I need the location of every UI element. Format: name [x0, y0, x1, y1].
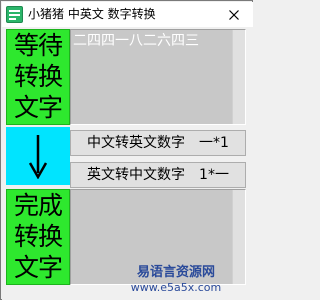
title-bar[interactable]: 小猪猪 中英文 数字转换 — [2, 2, 253, 27]
app-logo-icon — [6, 6, 23, 23]
done-label-line1: 完成 — [13, 191, 63, 220]
done-label-line3: 文字 — [13, 253, 63, 282]
watermark-name: 易语言资源网 — [136, 265, 215, 280]
done-label: 完成 转换 文字 — [6, 189, 70, 285]
watermark-url: www.e5a5x.com — [130, 281, 222, 294]
watermark: 易语言资源网 www.e5a5x.com — [101, 265, 251, 297]
client-area: 等待 转换 文字 二四四一八二六四三 中文转英文数字 一*1 英文转中文数字 1… — [2, 27, 253, 300]
done-label-line2: 转换 — [13, 222, 63, 251]
direction-panel — [6, 127, 70, 185]
close-icon — [229, 10, 239, 20]
pending-scrollbar[interactable] — [232, 30, 245, 124]
pending-text: 二四四一八二六四三 — [73, 33, 199, 49]
en-to-cn-button[interactable]: 英文转中文数字 1*一 — [70, 162, 246, 188]
pending-label-line1: 等待 — [13, 31, 63, 60]
app-window: 小猪猪 中英文 数字转换 等待 转换 文字 二四四一八二六四三 中文转英文数字 … — [0, 0, 253, 300]
pending-label-line3: 文字 — [13, 93, 63, 122]
cn-to-en-button[interactable]: 中文转英文数字 一*1 — [70, 130, 246, 156]
down-arrow-icon — [28, 135, 48, 179]
pending-text-box[interactable]: 二四四一八二六四三 — [70, 29, 246, 125]
close-button[interactable] — [219, 5, 249, 24]
window-title: 小猪猪 中英文 数字转换 — [28, 7, 156, 21]
pending-label: 等待 转换 文字 — [6, 29, 70, 125]
pending-label-line2: 转换 — [13, 62, 63, 91]
